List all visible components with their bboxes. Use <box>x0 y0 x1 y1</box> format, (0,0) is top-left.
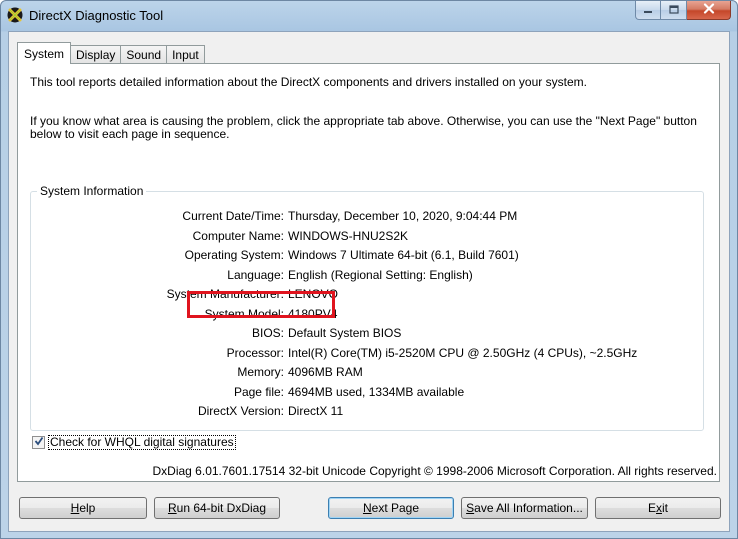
help-mnemonic: H <box>70 501 80 515</box>
tab-input[interactable]: Input <box>167 45 205 64</box>
next-label-rest: ext Page <box>371 501 420 515</box>
info-row-memory: Memory: 4096MB RAM <box>31 365 705 381</box>
exit-label-pre: E <box>647 501 656 515</box>
info-label: DirectX Version: <box>197 404 284 418</box>
info-value: DirectX 11 <box>288 404 344 418</box>
checkmark-icon <box>34 435 44 449</box>
info-label: Operating System: <box>184 248 284 262</box>
info-row-language: Language: English (Regional Setting: Eng… <box>31 268 705 284</box>
info-label: Language: <box>227 267 284 282</box>
whql-checkbox-label[interactable]: Check for WHQL digital signatures <box>48 434 236 450</box>
intro-text-2: If you know what area is causing the pro… <box>30 114 697 141</box>
run64-mnemonic: R <box>167 501 177 515</box>
copyright-text: DxDiag 6.01.7601.17514 32-bit Unicode Co… <box>152 464 718 478</box>
tab-strip: System Display Sound Input <box>17 42 205 64</box>
save-label-rest: ave All Information... <box>474 501 583 515</box>
info-value: 4096MB RAM <box>288 365 363 379</box>
info-label: Computer Name: <box>192 228 284 243</box>
info-value: 4694MB used, 1334MB available <box>288 384 465 399</box>
minimize-button[interactable] <box>635 1 661 20</box>
info-row-system-manufacturer: System Manufacturer: LENOVO <box>31 287 705 303</box>
info-label: Current Date/Time: <box>182 209 284 223</box>
info-row-system-model: System Model: 4180PV4 <box>31 307 705 323</box>
help-label-rest: elp <box>79 501 96 515</box>
info-row-computer-name: Computer Name: WINDOWS-HNU2S2K <box>31 229 705 245</box>
directx-icon <box>7 7 23 23</box>
system-tab-panel: This tool reports detailed information a… <box>17 63 720 482</box>
exit-button[interactable]: Ex it <box>595 497 721 519</box>
run-64bit-dxdiag-button[interactable]: Run 64-bit DxDiag <box>154 497 280 519</box>
next-page-button[interactable]: Next Page <box>328 497 454 519</box>
help-button[interactable]: Help <box>19 497 147 519</box>
tab-system[interactable]: System <box>17 42 72 64</box>
whql-checkbox[interactable] <box>32 435 45 449</box>
info-value: Thursday, December 10, 2020, 9:04:44 PM <box>288 209 518 223</box>
info-row-processor: Processor: Intel(R) Core(TM) i5-2520M CP… <box>31 346 705 362</box>
window-title: DirectX Diagnostic Tool <box>29 8 164 23</box>
system-information-group: System Information Current Date/Time: Th… <box>30 184 705 431</box>
directx-version-highlight <box>187 291 335 318</box>
close-button[interactable] <box>687 1 731 20</box>
info-row-date-time: Current Date/Time: Thursday, December 10… <box>31 209 705 225</box>
maximize-button[interactable] <box>661 1 687 20</box>
info-value: WINDOWS-HNU2S2K <box>288 228 409 243</box>
info-row-page-file: Page file: 4694MB used, 1334MB available <box>31 385 705 401</box>
info-label: BIOS: <box>251 326 284 340</box>
window-controls <box>635 1 731 21</box>
save-mnemonic: S <box>466 501 475 515</box>
whql-checkbox-row[interactable]: Check for WHQL digital signatures <box>32 434 236 450</box>
run64-label-rest: un 64-bit DxDiag <box>176 501 267 515</box>
tab-display[interactable]: Display <box>71 45 122 64</box>
info-value: Default System BIOS <box>288 326 402 340</box>
info-label: Memory: <box>237 365 284 379</box>
save-all-information-button[interactable]: Save All Information... <box>461 497 588 519</box>
info-row-operating-system: Operating System: Windows 7 Ultimate 64-… <box>31 248 705 264</box>
info-value: English (Regional Setting: English) <box>288 267 473 282</box>
next-mnemonic: N <box>362 501 372 515</box>
info-label: Page file: <box>233 384 284 399</box>
dxdiag-window: DirectX Diagnostic Tool System Display S… <box>0 0 738 539</box>
info-value: Intel(R) Core(TM) i5-2520M CPU @ 2.50GHz… <box>288 345 638 360</box>
info-value: Windows 7 Ultimate 64-bit (6.1, Build 76… <box>288 248 519 262</box>
exit-label-rest: it <box>662 501 668 515</box>
title-bar[interactable]: DirectX Diagnostic Tool <box>1 1 737 31</box>
tab-sound[interactable]: Sound <box>121 45 168 64</box>
info-row-directx-version: DirectX Version: DirectX 11 <box>31 404 705 420</box>
group-title: System Information <box>37 184 147 198</box>
close-icon <box>703 3 715 17</box>
maximize-icon <box>668 3 679 17</box>
info-row-bios: BIOS: Default System BIOS <box>31 326 705 342</box>
info-label: Processor: <box>226 345 284 360</box>
minimize-icon <box>643 3 653 17</box>
client-area: System Display Sound Input This tool rep… <box>8 31 730 532</box>
intro-text-1: This tool reports detailed information a… <box>30 75 587 89</box>
